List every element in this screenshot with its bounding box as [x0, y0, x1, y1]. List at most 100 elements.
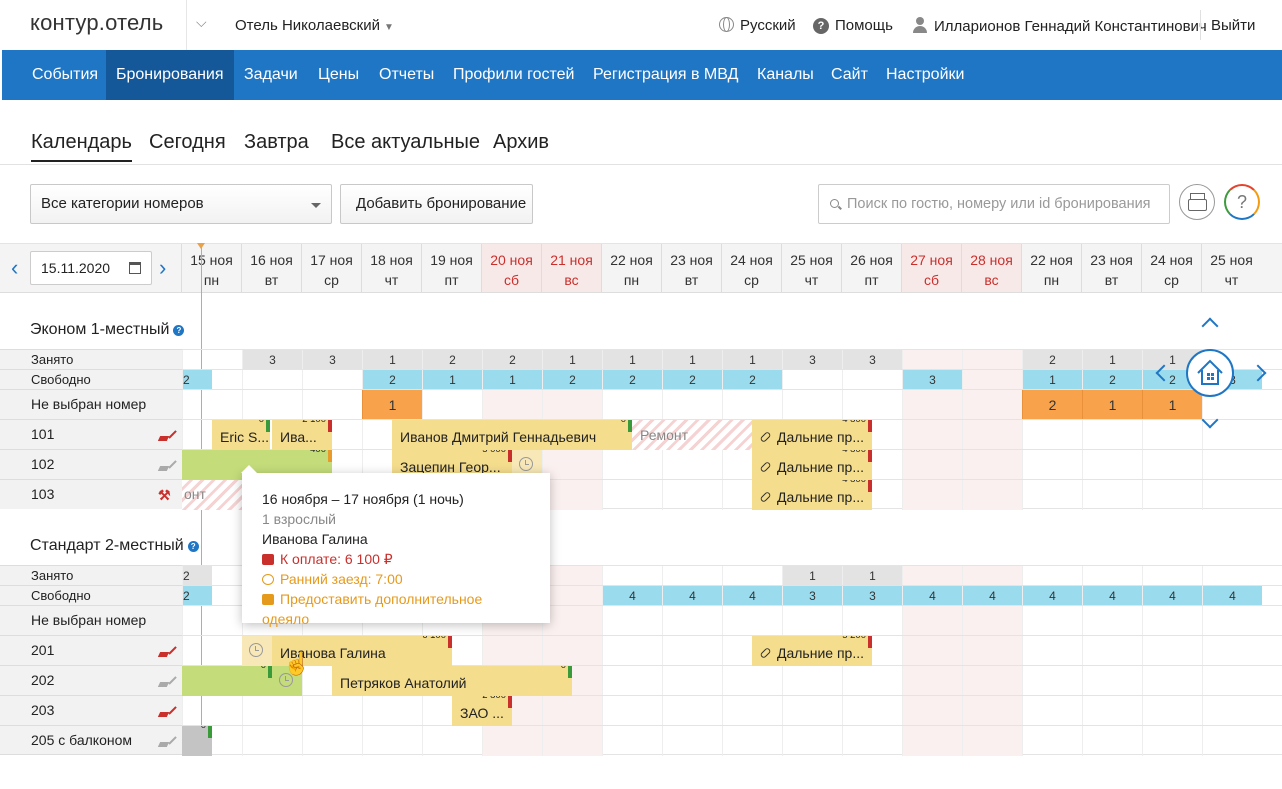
day-column-header[interactable]: 22 ноя пн: [601, 244, 661, 292]
grid-cell[interactable]: [1022, 480, 1082, 510]
day-column-header[interactable]: 25 ноя чт: [781, 244, 841, 292]
grid-cell[interactable]: [1022, 450, 1082, 480]
grid-cell[interactable]: [1202, 636, 1262, 666]
question-icon[interactable]: ?: [173, 325, 185, 336]
grid-cell[interactable]: [362, 726, 422, 756]
grid-cell[interactable]: [1082, 726, 1142, 756]
booking-bar[interactable]: 0: [182, 666, 272, 696]
day-column-header[interactable]: 20 ноя сб: [481, 244, 541, 292]
grid-cell[interactable]: [1142, 726, 1202, 756]
help-link[interactable]: ? Помощь: [813, 17, 893, 34]
booking-bar[interactable]: Иванов Дмитрий Геннадьевич 0: [392, 420, 632, 450]
grid-cell[interactable]: [242, 696, 302, 726]
grid-cell[interactable]: [602, 606, 662, 636]
booking-bar[interactable]: Дальние пр...4 800: [752, 420, 872, 450]
nav-channels[interactable]: Каналы: [747, 50, 824, 100]
day-column-header[interactable]: 25 ноя чт: [1201, 244, 1261, 292]
grid-cell[interactable]: [1082, 450, 1142, 480]
repair-block[interactable]: онт: [182, 480, 242, 510]
grid-cell[interactable]: [482, 726, 542, 756]
grid-cell[interactable]: [662, 696, 722, 726]
day-column-header[interactable]: 24 ноя ср: [721, 244, 781, 292]
grid-cell[interactable]: [602, 636, 662, 666]
kontur-logo[interactable]: контур.отель: [30, 10, 163, 36]
grid-cell[interactable]: [1082, 696, 1142, 726]
hotel-selector[interactable]: Отель Николаевский ▼: [235, 17, 394, 34]
day-column-header[interactable]: 15 ноя пн: [181, 244, 241, 292]
grid-cell[interactable]: [962, 450, 1022, 480]
nav-events[interactable]: События: [22, 50, 108, 100]
grid-cell[interactable]: [602, 480, 662, 510]
grid-cell[interactable]: [722, 666, 782, 696]
logout-link[interactable]: Выйти: [1211, 17, 1255, 34]
grid-cell[interactable]: [422, 726, 482, 756]
broom-icon[interactable]: [159, 674, 173, 688]
day-column-header[interactable]: 19 ноя пт: [421, 244, 481, 292]
grid-cell[interactable]: [1202, 606, 1262, 636]
booking-bar[interactable]: Eric S...0: [212, 420, 270, 450]
grid-cell[interactable]: [482, 636, 542, 666]
early-checkin-slot[interactable]: [242, 636, 272, 666]
help-button[interactable]: ?: [1224, 184, 1260, 220]
tab-all-current[interactable]: Все актуальные: [331, 131, 480, 154]
day-column-header[interactable]: 23 ноя вт: [1081, 244, 1141, 292]
chevron-down-icon[interactable]: ⌵: [196, 14, 207, 31]
grid-cell[interactable]: [662, 726, 722, 756]
grid-cell[interactable]: [1082, 420, 1142, 450]
grid-cell[interactable]: [1202, 480, 1262, 510]
nav-settings[interactable]: Настройки: [876, 50, 974, 100]
grid-cell[interactable]: [1142, 420, 1202, 450]
question-icon[interactable]: ?: [187, 541, 199, 552]
grid-cell[interactable]: [962, 636, 1022, 666]
grid-cell[interactable]: [1082, 480, 1142, 510]
tab-calendar[interactable]: Календарь: [31, 131, 132, 162]
room-number[interactable]: 102: [31, 456, 54, 472]
day-column-header[interactable]: 27 ноя сб: [901, 244, 961, 292]
room-number[interactable]: 103: [31, 486, 54, 502]
day-column-header[interactable]: 17 ноя ср: [301, 244, 361, 292]
day-column-header[interactable]: 16 ноя вт: [241, 244, 301, 292]
grid-cell[interactable]: [662, 606, 722, 636]
broom-icon[interactable]: [159, 734, 173, 748]
grid-cell[interactable]: [1022, 666, 1082, 696]
broom-icon[interactable]: [159, 458, 173, 472]
grid-cell[interactable]: [242, 726, 302, 756]
grid-cell[interactable]: [902, 606, 962, 636]
grid-cell[interactable]: [902, 696, 962, 726]
grid-cell[interactable]: [722, 606, 782, 636]
grid-cell[interactable]: [662, 450, 722, 480]
grid-cell[interactable]: [1142, 480, 1202, 510]
day-column-header[interactable]: 21 ноя вс: [541, 244, 601, 292]
grid-cell[interactable]: [962, 696, 1022, 726]
booking-bar[interactable]: Дальние пр...4 800: [752, 450, 872, 480]
grid-cell[interactable]: [842, 696, 902, 726]
language-selector[interactable]: Русский: [719, 17, 796, 34]
booking-bar[interactable]: Петряков Анатолий 0: [332, 666, 572, 696]
grid-cell[interactable]: [1202, 666, 1262, 696]
grid-cell[interactable]: [362, 696, 422, 726]
grid-cell[interactable]: [902, 480, 962, 510]
broom-icon[interactable]: [159, 644, 173, 658]
nav-guest-profiles[interactable]: Профили гостей: [443, 50, 584, 100]
tools-icon[interactable]: ⚒: [158, 488, 174, 502]
broom-icon[interactable]: [159, 428, 173, 442]
grid-cell[interactable]: [842, 666, 902, 696]
grid-cell[interactable]: [1142, 450, 1202, 480]
grid-cell[interactable]: [902, 726, 962, 756]
grid-cell[interactable]: [902, 420, 962, 450]
grid-cell[interactable]: [302, 696, 362, 726]
grid-cell[interactable]: [1022, 696, 1082, 726]
room-category-select[interactable]: Все категории номеров: [30, 184, 332, 224]
search-input[interactable]: Поиск по гостю, номеру или id бронирован…: [818, 184, 1170, 224]
grid-cell[interactable]: [542, 606, 602, 636]
grid-cell[interactable]: [1202, 450, 1262, 480]
grid-cell[interactable]: [962, 420, 1022, 450]
room-number[interactable]: 101: [31, 426, 54, 442]
room-number[interactable]: 203: [31, 702, 54, 718]
grid-cell[interactable]: [662, 636, 722, 666]
day-column-header[interactable]: 22 ноя пн: [1021, 244, 1081, 292]
booking-bar[interactable]: Дальние пр...5 200: [752, 636, 872, 666]
grid-cell[interactable]: [782, 726, 842, 756]
grid-cell[interactable]: [842, 606, 902, 636]
broom-icon[interactable]: [159, 704, 173, 718]
